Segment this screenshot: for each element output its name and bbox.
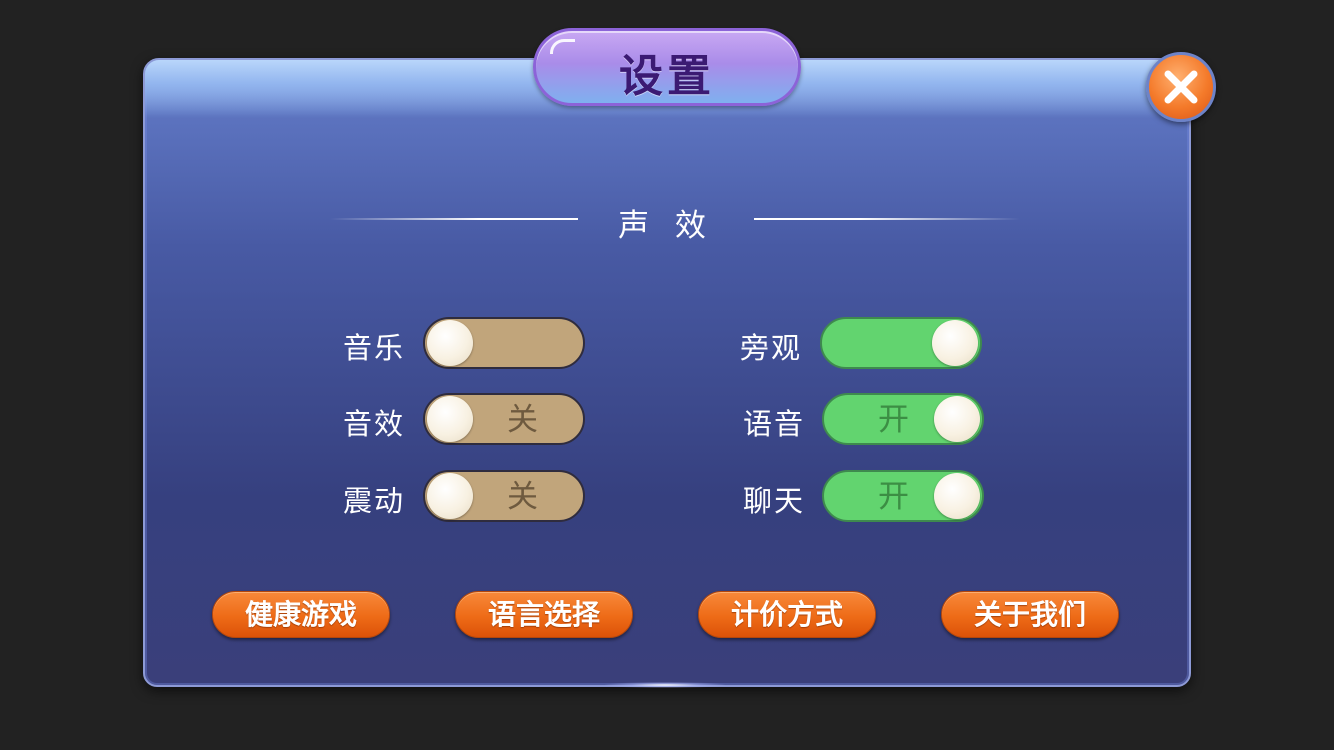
music-toggle[interactable]	[423, 317, 585, 369]
panel-bottom-glow	[605, 682, 725, 688]
toggle-knob	[934, 473, 980, 519]
chat-toggle[interactable]: 开	[822, 470, 984, 522]
close-x-icon	[1164, 70, 1198, 104]
pricing-method-button[interactable]: 计价方式	[698, 591, 876, 638]
toggle-knob	[427, 396, 473, 442]
setting-label: 语音	[743, 407, 806, 441]
vibration-toggle[interactable]: 关	[423, 470, 585, 522]
toggle-knob	[427, 473, 473, 519]
toggle-state-text: 关	[507, 402, 538, 438]
voice-toggle[interactable]: 开	[822, 393, 984, 445]
setting-vibration: 震动 关	[343, 470, 588, 522]
setting-music: 音乐	[343, 317, 588, 369]
toggle-state-text: 开	[878, 402, 909, 438]
setting-label: 震动	[343, 484, 406, 518]
healthy-gaming-button[interactable]: 健康游戏	[212, 591, 390, 638]
settings-screen: 设置 声 效 音乐 音效 关 震动 关 旁观 语音 开 聊天 开 健康游戏 语言…	[0, 0, 1334, 750]
close-button[interactable]	[1146, 52, 1216, 122]
toggle-state-text: 开	[878, 479, 909, 515]
setting-label: 音乐	[343, 331, 406, 365]
toggle-knob	[427, 320, 473, 366]
setting-label: 聊天	[743, 484, 806, 518]
dialog-title: 设置	[619, 51, 715, 102]
setting-chat: 聊天 开	[743, 470, 988, 522]
toggle-knob	[932, 320, 978, 366]
language-select-button[interactable]: 语言选择	[455, 591, 633, 638]
setting-sound-effects: 音效 关	[343, 393, 588, 445]
toggle-knob	[934, 396, 980, 442]
setting-voice: 语音 开	[743, 393, 988, 445]
setting-label: 音效	[343, 407, 406, 441]
section-divider-left	[330, 218, 578, 220]
setting-label: 旁观	[740, 331, 803, 365]
sound-section-header: 声 效	[330, 196, 1020, 244]
section-title: 声 效	[618, 208, 714, 244]
section-divider-right	[754, 218, 1020, 220]
title-badge: 设置	[533, 28, 801, 106]
about-us-button[interactable]: 关于我们	[941, 591, 1119, 638]
toggle-state-text: 关	[507, 479, 538, 515]
spectate-toggle[interactable]	[820, 317, 982, 369]
sound-effects-toggle[interactable]: 关	[423, 393, 585, 445]
setting-spectate: 旁观	[740, 317, 985, 369]
